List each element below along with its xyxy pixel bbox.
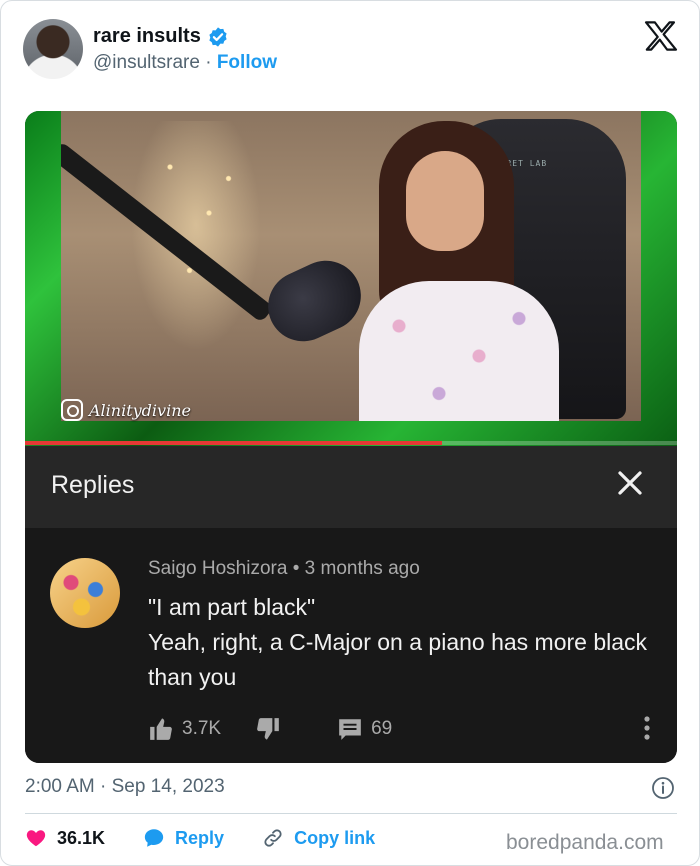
link-icon — [264, 829, 282, 847]
copy-link-label: Copy link — [294, 827, 376, 848]
comment-meta: Saigo Hoshizora • 3 months ago — [148, 558, 420, 580]
author-handle-row: @insultsrare · Follow — [93, 52, 277, 74]
commenter-name[interactable]: Saigo Hoshizora — [148, 558, 287, 579]
author-name[interactable]: rare insults — [93, 25, 201, 48]
comment-text: "I am part black" Yeah, right, a C-Major… — [148, 590, 648, 695]
reply-label: Reply — [175, 827, 225, 848]
comment-dislike-button[interactable] — [255, 716, 281, 742]
like-count: 36.1K — [57, 827, 106, 848]
copy-link-button[interactable]: Copy link — [262, 827, 375, 849]
stream-scene: SECRET LAB — [61, 111, 641, 421]
author-avatar[interactable] — [23, 19, 83, 79]
comment-actions: 3.7K 69 — [148, 716, 392, 742]
comment-reply-count: 69 — [371, 718, 393, 739]
video-progress-fill — [25, 441, 443, 445]
comment-like-button[interactable]: 3.7K — [148, 716, 221, 742]
streamer-face — [406, 151, 484, 251]
media-image[interactable]: SECRET LAB Alinitydivine Replies Saigo H… — [25, 111, 677, 763]
x-logo-icon[interactable] — [644, 21, 678, 51]
comment-line-2: Yeah, right, a C-Major on a piano has mo… — [148, 629, 648, 690]
tweet-card: rare insults @insultsrare · Follow SECRE… — [0, 0, 700, 866]
comment-icon — [339, 719, 361, 740]
verified-badge-icon — [209, 26, 227, 47]
commenter-avatar[interactable] — [50, 558, 120, 628]
author-name-row: rare insults — [93, 25, 229, 48]
thumbs-up-icon — [150, 718, 172, 740]
stream-watermark: Alinitydivine — [61, 399, 191, 421]
streamer-body — [359, 281, 559, 421]
reply-comment: Saigo Hoshizora • 3 months ago "I am par… — [25, 528, 677, 763]
video-frame: SECRET LAB Alinitydivine — [25, 111, 677, 446]
comment-line-1: "I am part black" — [148, 594, 316, 620]
replies-title: Replies — [51, 471, 135, 499]
comment-age: 3 months ago — [304, 558, 420, 579]
comment-reply-button[interactable]: 69 — [337, 716, 392, 742]
handle-separator: · — [205, 52, 212, 73]
video-progress-bar[interactable] — [25, 441, 677, 445]
reply-bubble-icon — [144, 829, 164, 847]
watermark-text: Alinitydivine — [89, 400, 191, 420]
thumbs-down-icon — [257, 718, 279, 740]
microphone — [256, 249, 373, 353]
follow-button[interactable]: Follow — [217, 52, 277, 73]
more-options-icon[interactable] — [637, 713, 657, 743]
info-icon[interactable] — [651, 776, 675, 800]
footer-divider — [25, 813, 677, 814]
like-button[interactable]: 36.1K — [25, 827, 105, 849]
tweet-actions: 36.1K Reply Copy link — [25, 827, 413, 849]
comment-like-count: 3.7K — [182, 718, 222, 739]
instagram-icon — [61, 399, 83, 421]
replies-header: Replies — [25, 446, 677, 528]
heart-icon — [26, 830, 46, 847]
source-credit: boredpanda.com — [506, 831, 664, 854]
reply-button[interactable]: Reply — [143, 827, 224, 849]
meta-dot: • — [292, 558, 300, 579]
close-icon[interactable] — [615, 468, 645, 498]
tweet-timestamp[interactable]: 2:00 AM · Sep 14, 2023 — [25, 776, 225, 798]
author-handle[interactable]: @insultsrare — [93, 52, 200, 73]
